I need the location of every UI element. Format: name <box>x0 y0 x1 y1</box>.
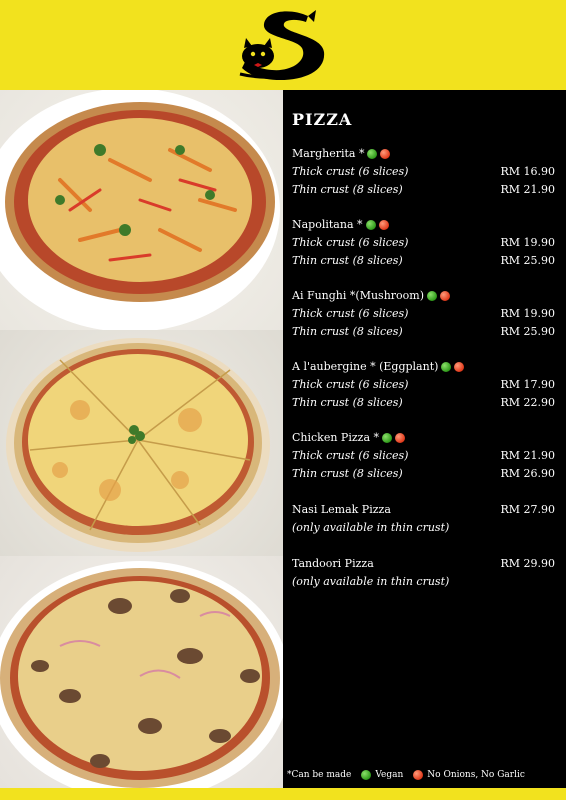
no-onion-garlic-dot-icon <box>380 149 391 159</box>
vegan-dot-icon <box>441 362 452 372</box>
item-name: Margherita <box>292 147 356 160</box>
item-name: Ai Funghi <box>292 289 347 302</box>
item-mark: * <box>357 218 363 231</box>
vegan-dot-icon <box>382 433 393 443</box>
footer-bar <box>0 788 566 800</box>
item-mark: * <box>373 431 380 444</box>
cat-logo-icon <box>239 10 325 80</box>
price-row: Thin crust (8 slices) RM 22.90 <box>292 396 555 409</box>
mushroom-pizza-photo <box>0 556 283 788</box>
price-row: Thick crust (6 slices) RM 21.90 <box>292 449 555 462</box>
pizza-photos <box>0 90 283 788</box>
item-note: (only available in thin crust) <box>292 521 450 534</box>
item-name: Chicken Pizza <box>292 431 371 444</box>
price-row: Thin crust (8 slices) RM 25.90 <box>292 325 555 338</box>
vegetable-pizza-photo <box>0 90 283 330</box>
menu-item: A l'aubergine * (Eggplant) Thick crust (… <box>292 358 555 412</box>
section-title: PIZZA <box>292 110 353 129</box>
vegan-dot-icon <box>427 291 438 301</box>
menu-panel: PIZZA Margherita * Thick crust (6 slices… <box>283 90 566 788</box>
no-onion-garlic-dot-icon <box>440 291 451 301</box>
price-row: Thick crust (6 slices) RM 16.90 <box>292 165 555 178</box>
item-note: (only available in thin crust) <box>292 575 450 588</box>
legend-no-onion-garlic: No Onions, No Garlic <box>427 770 525 780</box>
vegan-dot-icon <box>367 149 378 159</box>
price-row: Thin crust (8 slices) RM 26.90 <box>292 467 555 480</box>
menu-item: Tandoori Pizza RM 29.90 (only available i… <box>292 555 555 591</box>
no-onion-garlic-dot-icon <box>454 362 465 372</box>
menu-item: Napolitana * Thick crust (6 slices) RM 19… <box>292 216 555 270</box>
vegan-dot-icon <box>365 220 376 230</box>
menu-item: Chicken Pizza * Thick crust (6 slices) RM… <box>292 429 555 483</box>
legend-vegan: Vegan <box>375 770 404 780</box>
vegan-dot-icon <box>361 770 372 780</box>
legend-can-be-made: *Can be made <box>287 770 352 780</box>
price-row: Thick crust (6 slices) RM 19.90 <box>292 307 555 320</box>
price-row: Thin crust (8 slices) RM 25.90 <box>292 254 555 267</box>
menu-item: Margherita * Thick crust (6 slices) RM 16… <box>292 145 555 199</box>
price-row: Nasi Lemak Pizza RM 27.90 <box>292 501 555 519</box>
item-mark: * (Eggplant) <box>370 360 439 373</box>
price-row: Thick crust (6 slices) RM 17.90 <box>292 378 555 391</box>
item-mark: *(Mushroom) <box>349 289 425 302</box>
no-onion-garlic-dot-icon <box>395 433 406 443</box>
menu-item: Nasi Lemak Pizza RM 27.90 (only available… <box>292 501 555 537</box>
item-name: A l'aubergine <box>292 360 367 373</box>
price-row: Thin crust (8 slices) RM 21.90 <box>292 183 555 196</box>
no-onion-garlic-dot-icon <box>378 220 389 230</box>
item-name: Napolitana <box>292 218 354 231</box>
legend: *Can be made Vegan No Onions, No Garlic <box>287 770 525 780</box>
item-mark: * <box>358 147 365 160</box>
menu-item: Ai Funghi *(Mushroom) Thick crust (6 sli… <box>292 287 555 341</box>
item-name: Tandoori Pizza <box>292 557 374 570</box>
cheese-pizza-photo <box>0 330 283 556</box>
price-row: Thick crust (6 slices) RM 19.90 <box>292 236 555 249</box>
no-onion-garlic-dot-icon <box>413 770 424 780</box>
item-name: Nasi Lemak Pizza <box>292 503 391 516</box>
header-bar <box>0 0 566 90</box>
price-row: Tandoori Pizza RM 29.90 <box>292 555 555 573</box>
